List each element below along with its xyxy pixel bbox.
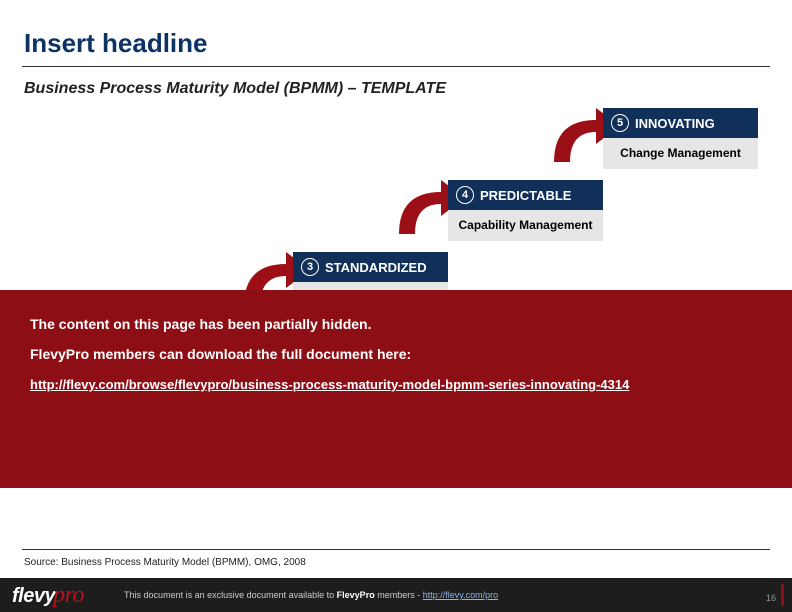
overlay-line1: The content on this page has been partia… <box>30 316 762 332</box>
subtitle: Business Process Maturity Model (BPMM) –… <box>24 80 446 98</box>
divider-top <box>22 66 770 67</box>
step-body: Change Management <box>603 138 758 169</box>
page-title: Insert headline <box>24 28 208 59</box>
page-number: 16 <box>766 593 776 603</box>
footer-link[interactable]: http://flevy.com/pro <box>423 590 498 600</box>
hidden-content-overlay: The content on this page has been partia… <box>0 290 792 488</box>
step-title: PREDICTABLE <box>480 188 571 203</box>
step-4: 4 PREDICTABLE Capability Management <box>448 180 603 241</box>
source-text: Source: Business Process Maturity Model … <box>24 557 306 568</box>
divider-bottom <box>22 549 770 550</box>
step-header: 4 PREDICTABLE <box>448 180 603 210</box>
step-header: 5 INNOVATING <box>603 108 758 138</box>
logo-part-flevy: flevy <box>12 585 55 607</box>
overlay-line2: FlevyPro members can download the full d… <box>30 346 762 362</box>
step-number-badge: 5 <box>611 114 629 132</box>
step-number-badge: 3 <box>301 258 319 276</box>
footer-note: This document is an exclusive document a… <box>124 590 498 600</box>
footer-bar: flevypro This document is an exclusive d… <box>0 578 792 612</box>
footer-mid: members - <box>375 590 423 600</box>
slide: Insert headline Business Process Maturit… <box>0 0 792 612</box>
step-5: 5 INNOVATING Change Management <box>603 108 758 169</box>
footer-prefix: This document is an exclusive document a… <box>124 590 337 600</box>
logo-part-pro: pro <box>53 582 84 608</box>
page-accent <box>781 584 784 606</box>
step-header: 3 STANDARDIZED <box>293 252 448 282</box>
overlay-link[interactable]: http://flevy.com/browse/flevypro/busines… <box>30 377 629 392</box>
footer-brand: FlevyPro <box>337 590 375 600</box>
step-title: STANDARDIZED <box>325 260 427 275</box>
step-title: INNOVATING <box>635 116 715 131</box>
step-body: Capability Management <box>448 210 603 241</box>
flevypro-logo: flevypro <box>12 582 84 609</box>
step-number-badge: 4 <box>456 186 474 204</box>
